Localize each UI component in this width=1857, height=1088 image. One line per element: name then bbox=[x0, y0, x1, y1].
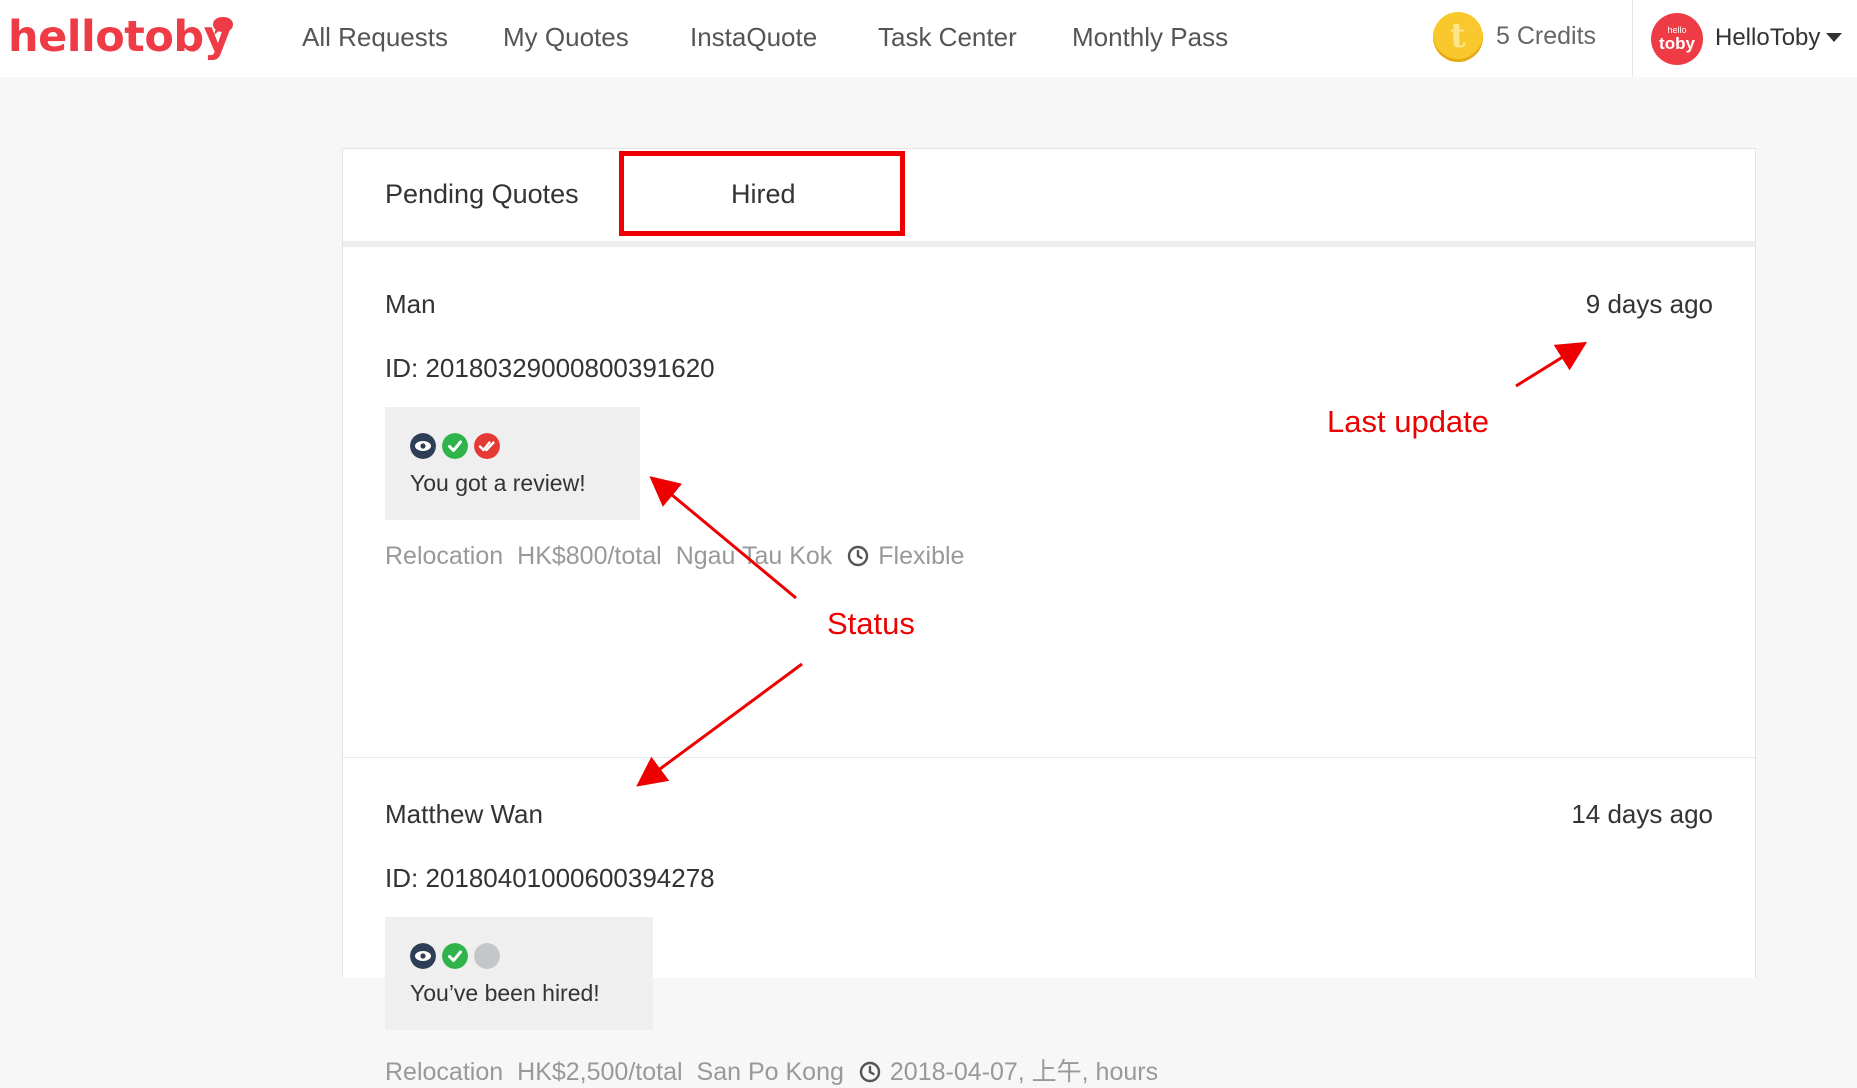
nav-monthly-pass[interactable]: Monthly Pass bbox=[1072, 22, 1228, 53]
status-box: You’ve been hired! bbox=[385, 917, 653, 1030]
nav-divider bbox=[1632, 0, 1633, 77]
accepted-check-icon bbox=[442, 433, 468, 459]
reviewed-double-check-icon bbox=[474, 433, 500, 459]
nav-instaquote[interactable]: InstaQuote bbox=[690, 22, 817, 53]
top-navbar: hellotoby All Requests My Quotes InstaQu… bbox=[0, 0, 1857, 77]
quote-tabs: Pending Quotes Hired bbox=[343, 149, 1755, 247]
hellotoby-logo[interactable]: hellotoby bbox=[8, 12, 232, 62]
clock-icon bbox=[859, 1061, 881, 1083]
hire-row[interactable]: Matthew Wan 14 days ago ID: 201804010006… bbox=[343, 758, 1755, 1086]
viewed-eye-icon bbox=[410, 433, 436, 459]
speech-bubble-logo-icon bbox=[213, 17, 233, 35]
toby-coin-icon[interactable]: t bbox=[1433, 12, 1483, 62]
nav-all-requests[interactable]: All Requests bbox=[302, 22, 448, 53]
viewed-eye-icon bbox=[410, 943, 436, 969]
request-id: ID: 20180329000800391620 bbox=[385, 353, 715, 383]
request-id: ID: 20180401000600394278 bbox=[385, 863, 715, 893]
customer-name: Man bbox=[385, 289, 436, 319]
hire-row[interactable]: Man 9 days ago ID: 20180329000800391620 bbox=[343, 247, 1755, 758]
pending-grey-dot-icon bbox=[474, 943, 500, 969]
status-box: You got a review! bbox=[385, 407, 640, 520]
hired-tab-highlight-box bbox=[619, 151, 905, 236]
annotation-status: Status bbox=[827, 606, 915, 641]
avatar-text-bottom: toby bbox=[1659, 34, 1695, 53]
nav-my-quotes[interactable]: My Quotes bbox=[503, 22, 629, 53]
last-updated: 9 days ago bbox=[1585, 289, 1713, 319]
credits-count[interactable]: 5 Credits bbox=[1496, 22, 1596, 51]
annotation-last-update: Last update bbox=[1327, 404, 1490, 439]
request-meta: Relocation HK$800/total Ngau Tau Kok Flexib… bbox=[385, 542, 978, 571]
job-location: San Po Kong bbox=[696, 1058, 844, 1086]
job-schedule: 2018-04-07, 上午, hours bbox=[889, 1058, 1159, 1086]
last-updated: 14 days ago bbox=[1571, 799, 1713, 829]
quote-price: HK$2,500/total bbox=[517, 1058, 683, 1086]
quote-price: HK$800/total bbox=[517, 542, 662, 570]
user-menu-name[interactable]: HelloToby bbox=[1715, 24, 1820, 52]
clock-icon bbox=[848, 545, 869, 567]
service-category: Relocation bbox=[385, 1058, 504, 1086]
user-avatar[interactable]: hello toby bbox=[1651, 13, 1703, 65]
request-meta: Relocation HK$2,500/total San Po Kong 2018-… bbox=[385, 1052, 1172, 1088]
accepted-check-icon bbox=[442, 943, 468, 969]
customer-name: Matthew Wan bbox=[385, 799, 543, 829]
job-location: Ngau Tau Kok bbox=[675, 542, 833, 570]
chevron-down-icon[interactable] bbox=[1826, 33, 1842, 42]
nav-task-center[interactable]: Task Center bbox=[878, 22, 1017, 53]
quotes-card: Pending Quotes Hired Man 9 days ago ID: … bbox=[342, 148, 1756, 1086]
job-schedule: Flexible bbox=[878, 542, 965, 570]
status-text: You’ve been hired! bbox=[410, 980, 600, 1006]
service-category: Relocation bbox=[385, 542, 504, 570]
tab-pending-quotes[interactable]: Pending Quotes bbox=[385, 179, 579, 210]
status-text: You got a review! bbox=[410, 470, 586, 496]
